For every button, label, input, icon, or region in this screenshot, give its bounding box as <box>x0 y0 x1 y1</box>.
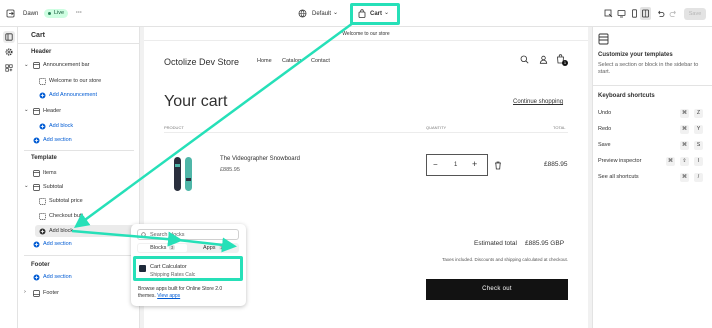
annotation-arrows <box>71 21 354 253</box>
